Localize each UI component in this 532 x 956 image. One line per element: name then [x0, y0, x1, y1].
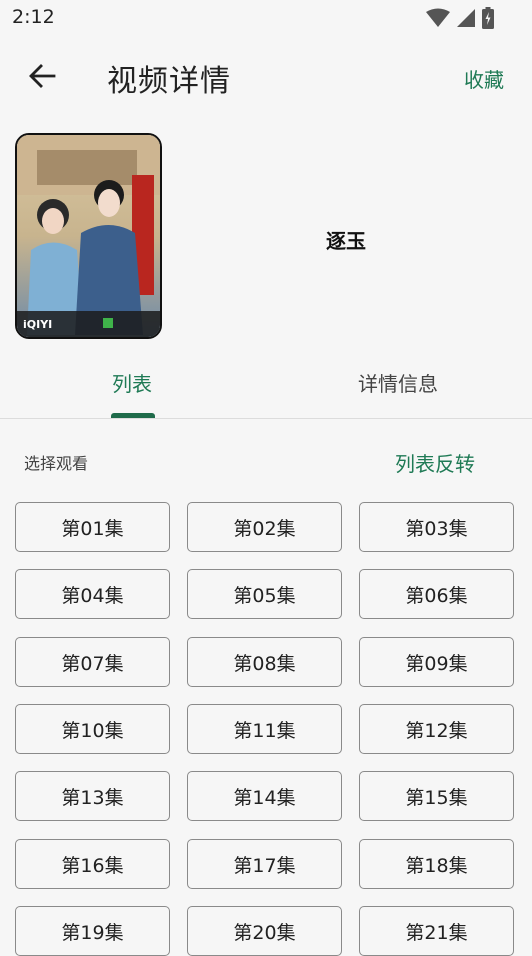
arrow-back-icon	[28, 62, 56, 94]
tab-bar: 列表 详情信息	[0, 350, 532, 419]
episode-button[interactable]: 第20集	[187, 906, 342, 956]
episode-button[interactable]: 第15集	[359, 771, 514, 821]
episode-button[interactable]: 第06集	[359, 569, 514, 619]
episode-button[interactable]: 第19集	[15, 906, 170, 956]
tab-indicator	[111, 413, 155, 418]
cellular-signal-icon	[456, 8, 476, 28]
back-button[interactable]	[22, 58, 62, 98]
select-watch-label: 选择观看	[24, 454, 89, 473]
episode-button[interactable]: 第05集	[187, 569, 342, 619]
episode-button[interactable]: 第11集	[187, 704, 342, 754]
video-poster: iQIYI	[15, 133, 162, 339]
app-bar: 视频详情 收藏	[0, 36, 532, 120]
wifi-icon	[426, 8, 450, 28]
tab-details[interactable]: 详情信息	[358, 368, 438, 397]
episode-button[interactable]: 第07集	[15, 637, 170, 687]
episode-button[interactable]: 第13集	[15, 771, 170, 821]
episode-button[interactable]: 第10集	[15, 704, 170, 754]
episode-button[interactable]: 第18集	[359, 839, 514, 889]
episode-button[interactable]: 第01集	[15, 502, 170, 552]
status-bar: 2:12	[0, 0, 532, 36]
episode-button[interactable]: 第08集	[187, 637, 342, 687]
episode-button[interactable]: 第16集	[15, 839, 170, 889]
episode-button[interactable]: 第02集	[187, 502, 342, 552]
tab-list[interactable]: 列表	[112, 368, 152, 397]
episode-button[interactable]: 第09集	[359, 637, 514, 687]
video-title: 逐玉	[326, 229, 366, 253]
episode-button[interactable]: 第12集	[359, 704, 514, 754]
status-icons	[426, 7, 494, 29]
episode-button[interactable]: 第17集	[187, 839, 342, 889]
battery-icon	[482, 7, 494, 29]
episode-button[interactable]: 第03集	[359, 502, 514, 552]
page-title: 视频详情	[107, 64, 231, 99]
svg-text:iQIYI: iQIYI	[23, 318, 52, 331]
episode-button[interactable]: 第14集	[187, 771, 342, 821]
status-time: 2:12	[12, 6, 55, 28]
episode-button[interactable]: 第04集	[15, 569, 170, 619]
reverse-list-button[interactable]: 列表反转	[395, 448, 475, 477]
favorite-button[interactable]: 收藏	[464, 64, 504, 93]
episode-button[interactable]: 第21集	[359, 906, 514, 956]
